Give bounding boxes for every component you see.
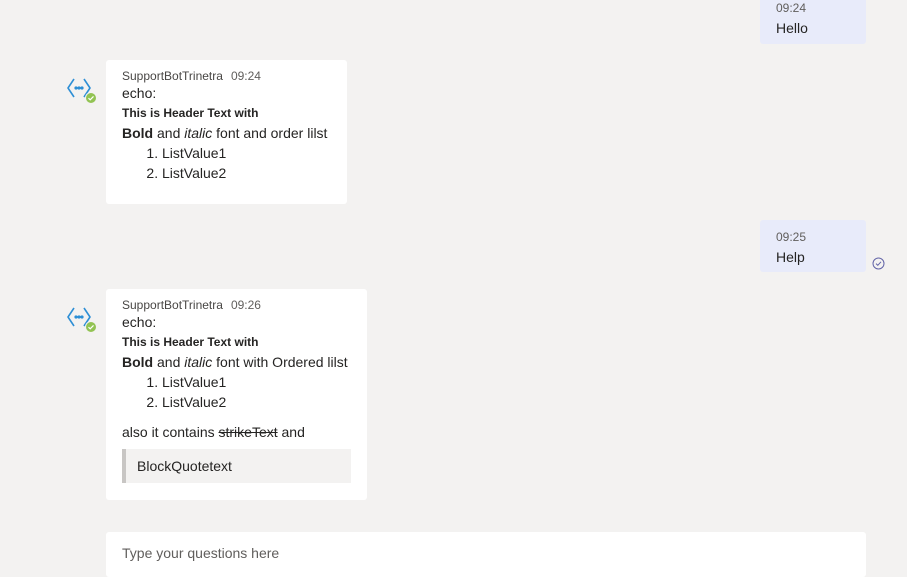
connector-text: and — [157, 125, 181, 141]
sender-name: SupportBotTrinetra — [122, 69, 223, 83]
message-timestamp: 09:24 — [776, 1, 807, 15]
strike-text: strikeText — [218, 424, 278, 440]
online-status-icon — [85, 321, 97, 333]
read-receipt-icon — [872, 257, 885, 270]
strike-text-line: also it contains strikeText and — [122, 422, 351, 442]
bot-avatar[interactable] — [66, 303, 98, 335]
echo-label: echo: — [122, 85, 157, 101]
bot-message-bubble[interactable]: SupportBotTrinetra 09:26 echo: This is He… — [106, 289, 367, 500]
echo-label: echo: — [122, 314, 157, 330]
also-text: also it contains — [122, 424, 215, 440]
list-item: ListValue2 — [162, 392, 351, 412]
list-item: ListValue1 — [162, 143, 331, 163]
bold-text: Bold — [122, 354, 154, 370]
bot-message-bubble[interactable]: SupportBotTrinetra 09:24 echo: This is He… — [106, 60, 347, 204]
ordered-list: ListValue1 ListValue2 — [122, 143, 331, 183]
rest-text: font and order lilst — [216, 125, 328, 141]
message-text: Hello — [776, 20, 808, 36]
formatted-text-line: Bold and italic font and order lilst — [122, 123, 331, 143]
message-timestamp: 09:26 — [230, 298, 261, 312]
sender-name: SupportBotTrinetra — [122, 298, 223, 312]
list-item: ListValue1 — [162, 372, 351, 392]
message-header: SupportBotTrinetra 09:24 — [122, 69, 331, 83]
message-timestamp: 09:25 — [776, 230, 807, 244]
rest-text: font with Ordered lilst — [216, 354, 348, 370]
ordered-list: ListValue1 ListValue2 — [122, 372, 351, 412]
italic-text: italic — [184, 354, 213, 370]
header-text: This is Header Text with — [122, 106, 259, 120]
formatted-text-line: Bold and italic font with Ordered lilst — [122, 352, 351, 372]
bot-avatar[interactable] — [66, 74, 98, 106]
trailing-and-text: and — [281, 424, 305, 440]
header-text: This is Header Text with — [122, 335, 259, 349]
connector-text: and — [157, 354, 181, 370]
message-input[interactable] — [122, 545, 850, 561]
list-item: ListValue2 — [162, 163, 331, 183]
compose-box[interactable] — [106, 532, 866, 577]
bold-text: Bold — [122, 125, 154, 141]
user-message-bubble[interactable]: 09:24 Hello — [760, 0, 866, 44]
message-header: SupportBotTrinetra 09:26 — [122, 298, 351, 312]
block-quote: BlockQuotetext — [122, 449, 351, 483]
online-status-icon — [85, 92, 97, 104]
message-text: Help — [776, 249, 805, 265]
user-message-bubble[interactable]: 09:25 Help — [760, 220, 866, 272]
italic-text: italic — [184, 125, 213, 141]
message-timestamp: 09:24 — [230, 69, 261, 83]
